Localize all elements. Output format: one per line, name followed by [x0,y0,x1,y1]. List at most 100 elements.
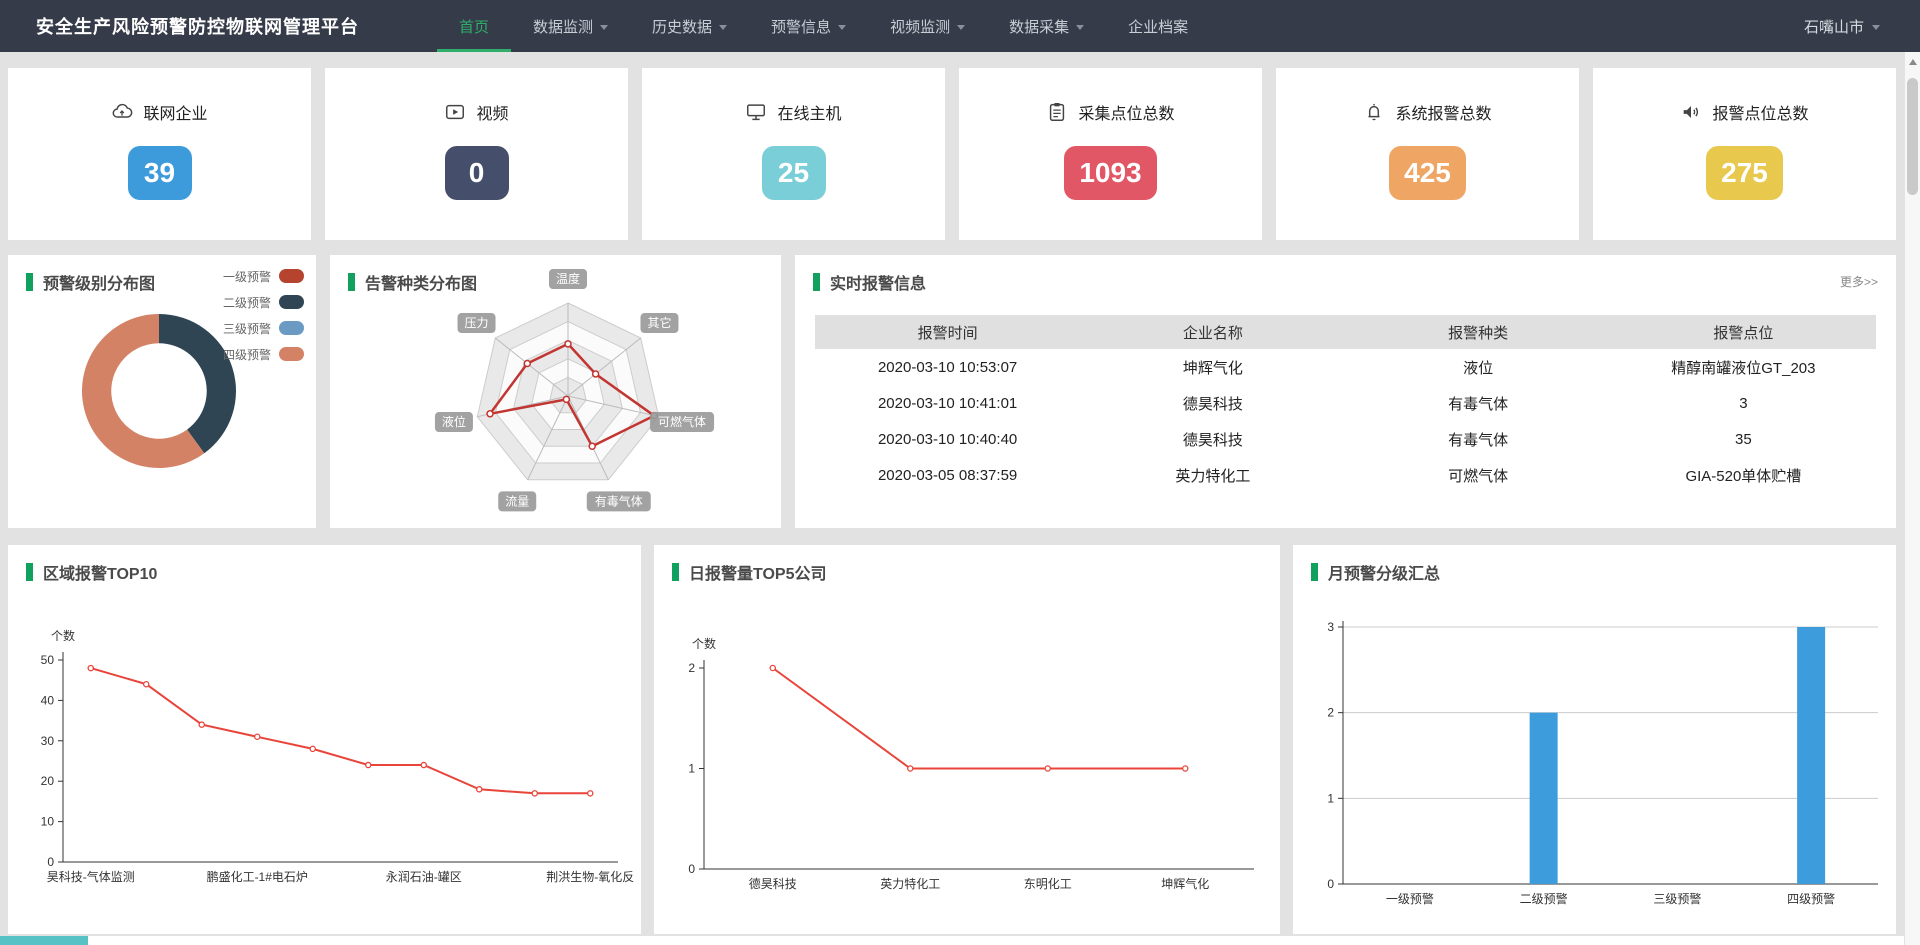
svg-text:液位: 液位 [442,414,466,429]
legend-swatch [279,295,304,309]
page-scrollbar[interactable] [1904,52,1920,945]
scrollbar-up-arrow[interactable] [1909,59,1917,65]
radar-axis-label-有毒气体: 有毒气体 [587,491,651,511]
donut-legend: 一级预警二级预警三级预警四级预警 [223,263,304,367]
stat-value-badge: 0 [445,146,509,200]
alarm-table-cell: 英力特化工 [1080,457,1345,493]
alarm-table-cell: 有毒气体 [1346,421,1611,457]
svg-text:2: 2 [688,661,695,675]
nav-item-label: 企业档案 [1128,16,1188,37]
alarm-table-header-cell: 报警时间 [815,315,1080,349]
alarm-table-header-row: 报警时间企业名称报警种类报警点位 [815,315,1876,349]
svg-text:温度: 温度 [556,271,580,286]
middle-row: 预警级别分布图 一级预警二级预警三级预警四级预警 告警种类分布图 温度其它可燃气… [8,255,1896,528]
legend-item-二级预警[interactable]: 二级预警 [223,289,304,315]
alarm-table-header-cell: 报警点位 [1611,315,1876,349]
svg-text:德昊科技: 德昊科技 [749,876,797,891]
alarm-table-cell: 坤辉气化 [1080,349,1345,385]
alarm-table-header-cell: 企业名称 [1080,315,1345,349]
nav-menu: 首页 数据监测 历史数据 预警信息 视频监测 数据采集 企业档案 [437,0,1210,52]
svg-text:1: 1 [688,762,695,776]
svg-text:一级预警: 一级预警 [1386,891,1434,906]
stat-label: 报警点位总数 [1712,100,1808,124]
nav-item-数据监测[interactable]: 数据监测 [511,0,630,52]
legend-label: 四级预警 [223,346,271,363]
alarm-table-cell: 2020-03-05 08:37:59 [815,457,1080,493]
app-title: 安全生产风险预警防控物联网管理平台 [36,13,359,39]
stat-value-badge: 25 [762,146,826,200]
legend-item-一级预警[interactable]: 一级预警 [223,263,304,289]
alarm-table-row[interactable]: 2020-03-10 10:41:01德昊科技有毒气体3 [815,385,1876,421]
video-icon [444,101,466,123]
green-marker [672,563,679,581]
svg-text:流量: 流量 [505,494,529,508]
daily-top5-title: 日报警量TOP5公司 [672,560,827,584]
svg-text:0: 0 [47,855,54,869]
nav-item-视频监测[interactable]: 视频监测 [868,0,987,52]
monthly-summary-bar-chart: 0123一级预警二级预警三级预警四级预警 [1293,545,1894,934]
nav-item-首页[interactable]: 首页 [437,0,511,52]
svg-text:三级预警: 三级预警 [1653,891,1701,906]
nav-item-数据采集[interactable]: 数据采集 [987,0,1106,52]
alarm-table-cell: 有毒气体 [1346,385,1611,421]
green-marker [813,273,820,291]
legend-swatch [279,321,304,335]
monthly-summary-title: 月预警分级汇总 [1311,560,1440,584]
nav-item-label: 历史数据 [652,16,712,37]
svg-text:40: 40 [41,693,55,707]
alarm-type-card: 告警种类分布图 温度其它可燃气体有毒气体流量液位压力 [330,255,781,528]
radar-axis-label-其它: 其它 [640,313,678,333]
svg-text:个数: 个数 [51,628,75,643]
svg-text:10: 10 [41,815,55,829]
alarm-type-radar-chart: 温度其它可燃气体有毒气体 流量 液位 压力 [330,255,781,528]
svg-text:其它: 其它 [647,315,671,330]
daily-top5-card: 日报警量TOP5公司 012个数德昊科技英力特化工东明化工坤辉气化 [654,545,1280,934]
green-marker [348,273,355,291]
stat-card-在线主机: 在线主机 25 [642,68,945,240]
svg-text:1: 1 [1327,791,1334,805]
bottom-partial-section [0,936,1904,945]
nav-item-label: 预警信息 [771,16,831,37]
scrollbar-thumb[interactable] [1907,78,1918,195]
stat-value-badge: 39 [128,146,192,200]
nav-item-预警信息[interactable]: 预警信息 [749,0,868,52]
alarm-table-row[interactable]: 2020-03-10 10:53:07坤辉气化液位精醇南罐液位GT_203 [815,349,1876,385]
alarm-table-row[interactable]: 2020-03-10 10:40:40德昊科技有毒气体35 [815,421,1876,457]
stat-label: 视频 [476,100,508,124]
legend-label: 二级预警 [223,294,271,311]
chevron-down-icon [957,25,965,30]
alarm-table-cell: 精醇南罐液位GT_203 [1611,349,1876,385]
legend-item-四级预警[interactable]: 四级预警 [223,341,304,367]
svg-text:鹏盛化工-1#电石炉: 鹏盛化工-1#电石炉 [207,869,308,884]
svg-text:有毒气体: 有毒气体 [595,493,643,508]
nav-item-label: 数据采集 [1009,16,1069,37]
alarm-table-cell: 35 [1611,421,1876,457]
region-top10-card: 区域报警TOP10 01020304050个数昊科技-气体监测鹏盛化工-1#电石… [8,545,641,934]
stat-label: 在线主机 [777,100,841,124]
svg-text:20: 20 [41,774,55,788]
more-link[interactable]: 更多>> [1840,273,1878,290]
alarm-table: 报警时间企业名称报警种类报警点位2020-03-10 10:53:07坤辉气化液… [815,315,1876,493]
nav-item-企业档案[interactable]: 企业档案 [1106,0,1210,52]
top-nav-bar: 安全生产风险预警防控物联网管理平台 首页 数据监测 历史数据 预警信息 视频监测 数据采集… [0,0,1920,52]
stat-card-系统报警总数: 系统报警总数425 [1276,68,1579,240]
nav-item-历史数据[interactable]: 历史数据 [630,0,749,52]
svg-text:0: 0 [688,862,695,876]
alarm-table-cell: 可燃气体 [1346,457,1611,493]
radar-axis-label-液位: 液位 [435,412,473,432]
svg-text:可燃气体: 可燃气体 [658,414,706,429]
alarm-table-cell: 德昊科技 [1080,385,1345,421]
alarm-table-row[interactable]: 2020-03-05 08:37:59英力特化工可燃气体GIA-520单体贮槽 [815,457,1876,493]
legend-swatch [279,269,304,283]
nav-item-label: 数据监测 [533,16,593,37]
radar-axis-label-压力: 压力 [458,313,496,333]
alarm-table-cell: GIA-520单体贮槽 [1611,457,1876,493]
alarm-table-cell: 2020-03-10 10:53:07 [815,349,1080,385]
svg-text:英力特化工: 英力特化工 [880,876,940,891]
region-selector[interactable]: 石嘴山市 [1804,16,1880,37]
realtime-alarm-title: 实时报警信息 [813,270,926,294]
region-top10-title: 区域报警TOP10 [26,560,157,584]
chevron-down-icon [719,25,727,30]
legend-label: 三级预警 [223,320,271,337]
legend-item-三级预警[interactable]: 三级预警 [223,315,304,341]
